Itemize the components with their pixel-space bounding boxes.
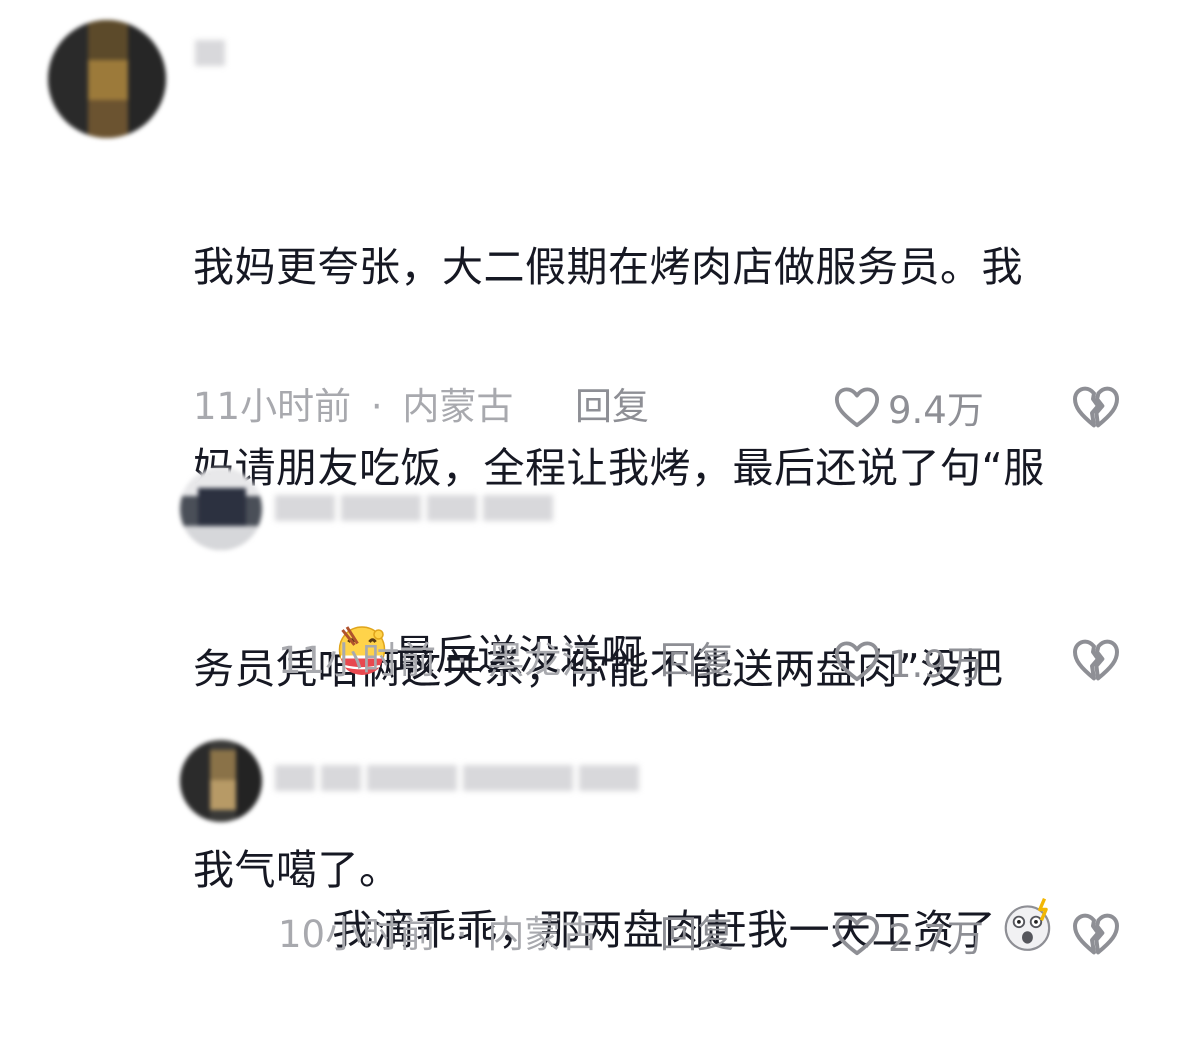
comment-meta: 11小时前 · 黑龙江 [278, 636, 598, 686]
avatar[interactable] [48, 20, 166, 138]
reply-button[interactable]: 回复 [660, 910, 734, 960]
avatar[interactable] [180, 740, 262, 822]
like-button[interactable]: 2.7万 [834, 910, 984, 960]
shocked-emoji [1004, 897, 1051, 951]
like-button[interactable]: 1.9万 [834, 636, 984, 686]
location: 内蒙古 [402, 385, 514, 428]
like-count: 1.9万 [888, 643, 984, 686]
comment-line: 我妈更夸张，大二假期在烤肉店做服务员。我 [193, 243, 1023, 291]
meta-separator: · [370, 385, 383, 428]
comment-meta: 10小时前 · 内蒙古 [278, 910, 598, 960]
timestamp: 10小时前 [278, 913, 437, 956]
avatar[interactable] [180, 468, 262, 550]
heart-outline-icon [834, 641, 880, 682]
meta-separator: · [455, 913, 468, 956]
timestamp: 11小时前 [193, 385, 352, 428]
location: 黑龙江 [487, 639, 599, 682]
dislike-button[interactable] [1072, 912, 1122, 962]
heart-outline-icon [834, 387, 880, 428]
meta-separator: · [455, 639, 468, 682]
like-count: 2.7万 [888, 917, 984, 960]
broken-heart-icon [1073, 639, 1119, 681]
comment-meta: 11小时前 · 内蒙古 [193, 382, 513, 432]
reply-button[interactable]: 回复 [575, 382, 649, 432]
username-redacted[interactable] [195, 40, 231, 66]
heart-outline-icon [834, 915, 880, 956]
username-redacted[interactable] [275, 495, 559, 521]
broken-heart-icon [1073, 913, 1119, 955]
reply-button[interactable]: 回复 [660, 636, 734, 686]
comment-line: 妈请朋友吃饭，全程让我烤，最后还说了句“服 [193, 444, 1045, 492]
like-button[interactable]: 9.4万 [834, 382, 984, 432]
like-count: 9.4万 [888, 389, 984, 432]
location: 内蒙古 [487, 913, 599, 956]
dislike-button[interactable] [1072, 638, 1122, 688]
timestamp: 11小时前 [278, 639, 437, 682]
dislike-button[interactable] [1072, 385, 1122, 435]
username-redacted[interactable] [275, 765, 645, 791]
broken-heart-icon [1073, 386, 1119, 428]
